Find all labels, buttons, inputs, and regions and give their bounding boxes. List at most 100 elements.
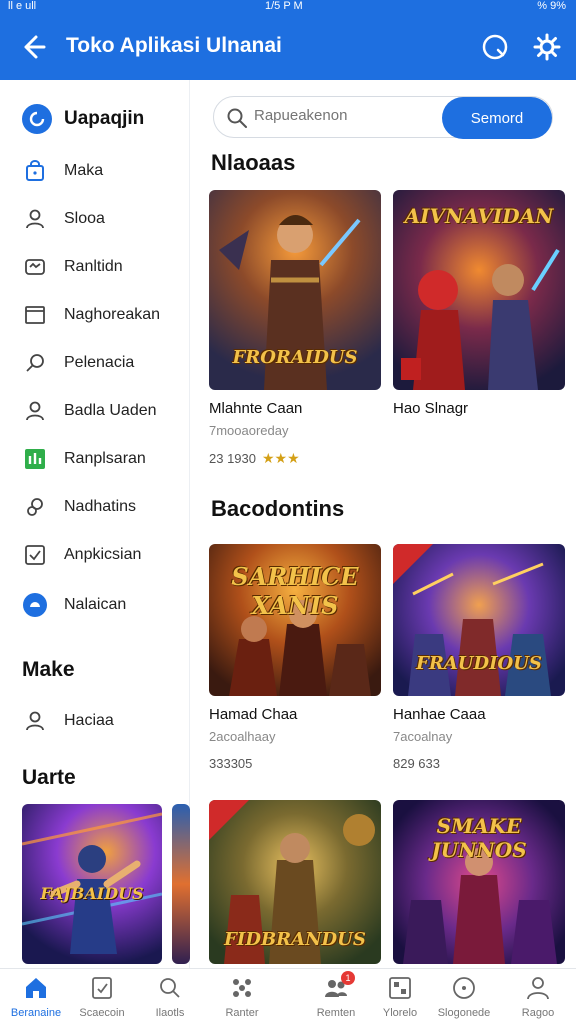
game-card[interactable]: FRORAIDUS Mlahnte Caan 7mooaoreday 23 19…: [209, 190, 381, 467]
game-developer: 2acoalhaay: [209, 729, 276, 744]
game-cover-title: FRAUDIOUS: [416, 653, 542, 674]
game-developer: 7mooaoreday: [209, 423, 289, 438]
page-title: Toko Aplikasi Ulnanai: [66, 34, 282, 57]
search-input[interactable]: [254, 107, 434, 124]
nav-label: Ranter: [225, 1007, 259, 1019]
nav-scaecoin[interactable]: Scaecoin: [66, 975, 138, 1019]
game-cover-title: FRORAIDUS: [232, 347, 358, 368]
nav-ylorelo[interactable]: Ylorelo: [364, 975, 436, 1019]
status-battery: % 9%: [537, 0, 566, 12]
sidebar-item-label: Nalaican: [64, 596, 127, 613]
game-cover: FRORAIDUS: [209, 190, 381, 390]
document-icon: [89, 975, 115, 1001]
sidebar-item-label: Haciaa: [64, 712, 114, 729]
compass-icon: [451, 975, 477, 1001]
search-icon: [227, 108, 247, 128]
sidebar-item-ranltidn[interactable]: Ranltidn: [22, 252, 182, 282]
game-cover: AIVNAVIDAN: [393, 190, 565, 390]
user-icon: [22, 398, 48, 424]
nav-ranter[interactable]: Ranter: [206, 975, 278, 1019]
sidebar-item-label: Naghoreakan: [64, 306, 161, 323]
sidebar-item-haciaa[interactable]: Haciaa: [22, 706, 182, 736]
back-arrow-icon[interactable]: [18, 32, 48, 62]
rating-stars-icon: ★★★: [262, 450, 300, 466]
board-icon: [387, 975, 413, 1001]
bag-icon: [22, 158, 48, 184]
game-card[interactable]: SARHICE XANIS Hamad Chaa 2acoalhaay 3333…: [209, 544, 381, 771]
section-title: Bacodontins: [211, 496, 345, 521]
sidebar-header-label: Uapaqjin: [64, 108, 145, 129]
game-cover: FRAUDIOUS: [393, 544, 565, 696]
sidebar-item-anpkicsian[interactable]: Anpkicsian: [22, 540, 182, 570]
nav-label: Beranaine: [10, 1007, 62, 1019]
sidebar-section-title: Make: [22, 658, 75, 681]
game-cover-title: AIVNAVIDAN: [404, 204, 554, 228]
sidebar-item-naghoreakan[interactable]: Naghoreakan: [22, 300, 182, 330]
game-cover-title: SMAKE JUNNOS: [431, 814, 527, 862]
profile-icon: [525, 975, 551, 1001]
game-downloads: 829 633: [393, 756, 440, 771]
nav-label: Slogonede: [437, 1007, 491, 1019]
inbox-icon: [22, 254, 48, 280]
sidebar-item-badla-uaden[interactable]: Badla Uaden: [22, 396, 182, 426]
nav-ragoo[interactable]: Ragoo: [502, 975, 574, 1019]
game-card[interactable]: AIVNAVIDAN Hao Slnagr: [393, 190, 565, 417]
game-card[interactable]: SMAKE JUNNOS: [393, 800, 565, 964]
game-thumbnail-partial[interactable]: [172, 804, 190, 964]
search-button[interactable]: Semord: [442, 97, 552, 139]
sidebar: Uapaqjin Maka Slooa Ranltidn Naghoreakan…: [0, 80, 190, 968]
game-meta: 829 633: [393, 756, 565, 771]
nav-slogonede[interactable]: Slogonede: [428, 975, 500, 1019]
sidebar-item-label: Slooa: [64, 210, 105, 227]
sidebar-section-title: Uarte: [22, 766, 76, 789]
sidebar-item-pelenacia[interactable]: Pelenacia: [22, 348, 182, 378]
status-time: 1/5 P M: [265, 0, 303, 12]
game-downloads: 23 1930: [209, 451, 256, 466]
nav-ilaotls[interactable]: Ilaotls: [134, 975, 206, 1019]
game-cover-title: SARHICE XANIS: [231, 562, 359, 620]
notification-badge: 1: [341, 971, 355, 985]
sidebar-item-maka[interactable]: Maka: [22, 156, 182, 186]
search-bar: Semord: [213, 96, 553, 139]
game-developer: 7acoalnay: [393, 729, 453, 744]
link-icon: [22, 494, 48, 520]
nav-remten[interactable]: 1 Remten: [300, 971, 372, 1019]
game-card[interactable]: FIDBRANDUS: [209, 800, 381, 964]
chart-icon: [22, 446, 48, 472]
game-cover: SARHICE XANIS: [209, 544, 381, 696]
game-cover: SMAKE JUNNOS: [393, 800, 565, 964]
nav-label: Ylorelo: [382, 1007, 418, 1019]
sidebar-item-label: Pelenacia: [64, 354, 135, 371]
sidebar-item-slooa[interactable]: Slooa: [22, 204, 182, 234]
game-meta: 23 1930 ★★★: [209, 450, 381, 467]
sidebar-item-label: Ranltidn: [64, 258, 123, 275]
search-icon[interactable]: [480, 32, 510, 62]
sidebar-item-label: Maka: [64, 162, 104, 179]
status-bar: ll e ull 1/5 P M % 9%: [0, 0, 576, 14]
game-cover: FIDBRANDUS: [209, 800, 381, 964]
leaf-icon: [22, 350, 48, 376]
window-icon: [22, 302, 48, 328]
status-left: ll e ull: [8, 0, 37, 12]
home-icon: [23, 975, 49, 1001]
sidebar-item-label: Badla Uaden: [64, 402, 157, 419]
sidebar-item-label: Nadhatins: [64, 498, 137, 515]
bottom-navigation: Beranaine Scaecoin Ilaotls Ranter 1 Remt…: [0, 968, 576, 1024]
game-meta: 333305: [209, 756, 381, 771]
nav-home[interactable]: Beranaine: [0, 975, 72, 1019]
game-thumbnail[interactable]: FAJBAIDUS: [22, 804, 162, 964]
game-name: Hao Slnagr: [393, 400, 469, 417]
checkbox-icon: [22, 542, 48, 568]
gear-icon[interactable]: [532, 32, 562, 62]
sidebar-item-nalaican[interactable]: Nalaican: [22, 590, 182, 620]
game-thumbnail-title: FAJBAIDUS: [40, 884, 144, 903]
sidebar-header[interactable]: Uapaqjin: [22, 104, 144, 134]
user-icon: [22, 206, 48, 232]
circle-icon: [22, 592, 48, 618]
sidebar-item-nadhatins[interactable]: Nadhatins: [22, 492, 182, 522]
game-name: Hanhae Caaa: [393, 706, 486, 723]
game-name: Hamad Chaa: [209, 706, 298, 723]
nav-label: Scaecoin: [79, 1007, 125, 1019]
sidebar-item-ranplsaran[interactable]: Ranplsaran: [22, 444, 182, 474]
game-card[interactable]: FRAUDIOUS Hanhae Caaa 7acoalnay 829 633: [393, 544, 565, 771]
